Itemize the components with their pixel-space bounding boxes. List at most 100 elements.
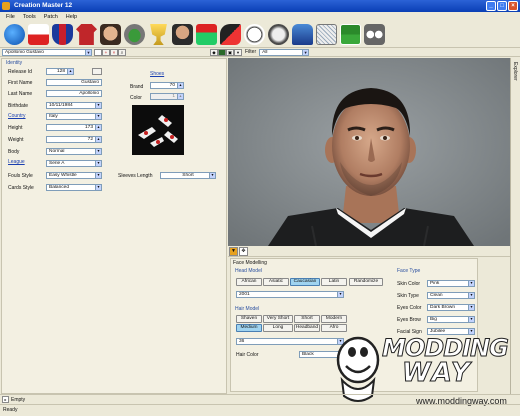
hair-very-short-button[interactable]: Very Short (263, 315, 293, 323)
lock-icon[interactable]: ▣ (226, 48, 234, 56)
sleeves-length-value: Short (182, 173, 194, 178)
height-field[interactable]: 173 ▲ (46, 124, 102, 131)
shoes-brand-field[interactable]: 70 ▲ (150, 82, 184, 89)
navigate-icon[interactable]: ◆ (210, 48, 218, 56)
league-icon[interactable] (28, 24, 49, 45)
height-value: 173 (84, 125, 93, 130)
spinner-icon[interactable]: ▲ (177, 94, 183, 99)
birthdate-field[interactable]: 10/11/1984 ▼ (46, 102, 102, 109)
country-label[interactable]: Country (8, 113, 26, 119)
skin-type-select[interactable]: Clean ▼ (427, 292, 475, 299)
calendar-icon[interactable]: ▼ (95, 103, 101, 108)
menu-help[interactable]: Help (66, 12, 77, 22)
last-name-field[interactable]: Apollonio (46, 90, 102, 97)
shoes-preview-image (132, 105, 184, 155)
player-head-render (228, 58, 510, 246)
menu-tools[interactable]: Tools (23, 12, 36, 22)
release-id-value: 128 (56, 69, 65, 74)
hair-shaven-button[interactable]: Shaven (236, 315, 262, 323)
filter-select-value: All (262, 49, 268, 55)
weight-field[interactable]: 72 ▲ (46, 136, 102, 143)
league-select[interactable]: Serie A ▼ (46, 160, 102, 167)
boots-icon[interactable] (220, 24, 241, 45)
spinner-icon[interactable]: ▲ (95, 137, 101, 142)
first-name-field[interactable]: Gustavo (46, 79, 102, 86)
gloves-icon[interactable] (268, 24, 289, 45)
hair-medium-button[interactable]: Medium (236, 324, 262, 332)
eyes-color-select[interactable]: Dark Brown ▼ (427, 304, 475, 311)
head-latin-button[interactable]: Latin (321, 278, 347, 286)
randomize-button[interactable]: Randomize (349, 278, 383, 286)
menu-file[interactable]: File (6, 12, 15, 22)
menu-patch[interactable]: Patch (44, 12, 58, 22)
expand-icon[interactable]: ▸ (2, 396, 9, 403)
hair-short-button[interactable]: Short (294, 315, 320, 323)
add-player-button[interactable]: + (102, 48, 110, 56)
filter-dropdown-icon[interactable]: ▾ (234, 48, 242, 56)
release-id-field[interactable]: 128 ▲ (46, 68, 74, 75)
app-icon (2, 2, 10, 10)
shoes-brand-value: 70 (169, 83, 175, 88)
shoes-icon[interactable] (292, 24, 313, 45)
manager-icon[interactable] (172, 24, 193, 45)
hair-model-select[interactable]: 36 ▼ (236, 338, 344, 345)
face-modelling-label: Face Modelling (233, 260, 267, 266)
jersey-icon[interactable] (76, 24, 97, 45)
first-name-label: First Name (8, 80, 33, 86)
filter-select[interactable]: All ▼ (259, 48, 310, 56)
bottom-tab-label[interactable]: Empty (11, 397, 25, 403)
shoes-group-label[interactable]: Shoes (150, 71, 164, 77)
net-icon[interactable] (316, 24, 337, 45)
spinner-icon[interactable]: ▲ (95, 125, 101, 130)
player-select[interactable]: Apollonio Gustavo ▼ (2, 48, 92, 56)
sleeves-length-select[interactable]: Short ▼ (160, 172, 216, 179)
body-select[interactable]: Normal ▼ (46, 148, 102, 155)
skin-color-select[interactable]: Pink ▼ (427, 280, 475, 287)
fouls-style-label: Fouls Style (8, 173, 33, 179)
chevron-down-icon: ▼ (95, 149, 101, 154)
move-icon[interactable]: ✥ (239, 246, 248, 256)
face-type-label: Face Type (397, 268, 421, 274)
maximize-button[interactable]: □ (497, 1, 507, 11)
search-field[interactable] (94, 48, 102, 56)
field-icon[interactable] (340, 24, 361, 45)
player-3d-viewport[interactable] (228, 58, 510, 246)
release-id-label: Release Id (8, 69, 32, 75)
head-asiatic-button[interactable]: Asiatic (263, 278, 289, 286)
spinner-icon[interactable]: ▲ (67, 69, 73, 74)
jersey-small-icon[interactable] (218, 48, 226, 56)
stadium-icon[interactable] (124, 24, 145, 45)
fouls-style-value: Easy Whistle (49, 173, 77, 178)
search-button[interactable]: ⌕ (118, 48, 126, 56)
skin-color-value: Pink (430, 281, 440, 286)
close-button[interactable]: × (508, 1, 518, 11)
head-model-select[interactable]: 2001 ▼ (236, 291, 344, 298)
ball-icon[interactable] (244, 24, 265, 45)
hair-long-button[interactable]: Long (263, 324, 293, 332)
body-value: Normal (49, 149, 65, 154)
league-label[interactable]: League (8, 159, 25, 165)
explorer-tab-label: Explorer (512, 62, 518, 81)
ball-rack-icon[interactable] (364, 24, 385, 45)
title-bar: Creation Master 12 _ □ × (0, 0, 520, 12)
stadium-banner-icon[interactable] (196, 24, 217, 45)
spinner-icon[interactable]: ▲ (177, 83, 183, 88)
team-crest-icon[interactable] (52, 24, 73, 45)
fouls-style-select[interactable]: Easy Whistle ▼ (46, 172, 102, 179)
skin-type-value: Clean (430, 293, 443, 298)
dropdown-arrow-icon[interactable]: ▼ (229, 246, 238, 256)
remove-player-button[interactable]: × (110, 48, 118, 56)
head-african-button[interactable]: African (236, 278, 262, 286)
shoes-color-field[interactable]: 1 ▲ (150, 93, 184, 100)
player-face-icon[interactable] (100, 24, 121, 45)
cards-style-value: Balanced (49, 185, 70, 190)
country-select[interactable]: Italy ▼ (46, 113, 102, 120)
hair-model-value: 36 (239, 339, 245, 344)
hair-headband-button[interactable]: Headband (294, 324, 320, 332)
minimize-button[interactable]: _ (486, 1, 496, 11)
trophy-icon[interactable] (150, 24, 167, 45)
edit-release-button[interactable] (92, 68, 102, 75)
head-caucasian-button[interactable]: Caucasian (290, 278, 320, 286)
globe-icon[interactable] (4, 24, 25, 45)
cards-style-select[interactable]: Balanced ▼ (46, 184, 102, 191)
